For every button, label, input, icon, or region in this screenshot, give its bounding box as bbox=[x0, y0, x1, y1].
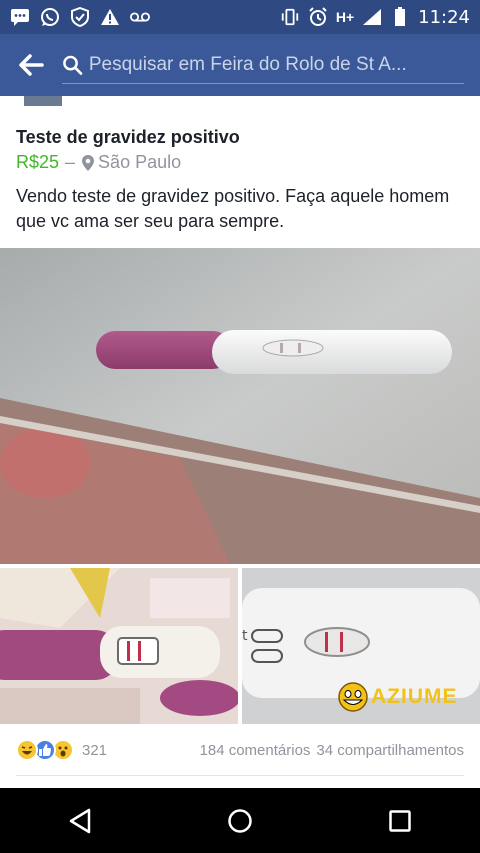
android-nav-bar bbox=[0, 788, 480, 853]
reaction-count: 321 bbox=[82, 741, 108, 759]
meta-separator: – bbox=[65, 152, 76, 172]
search-icon bbox=[63, 55, 83, 75]
signal-icon bbox=[362, 7, 382, 27]
nav-recents-icon bbox=[389, 809, 411, 832]
previous-post-avatar bbox=[24, 96, 64, 108]
svg-text:t: t bbox=[242, 628, 248, 644]
post-price: R$25 bbox=[16, 152, 60, 172]
alarm-icon bbox=[308, 7, 328, 27]
status-bar: H+ 11:24 bbox=[0, 0, 480, 34]
search-header bbox=[0, 34, 480, 96]
watermark-text: AZIUME bbox=[371, 685, 458, 708]
nav-home-button[interactable] bbox=[210, 791, 270, 851]
post-photo-3[interactable]: t AZIUME bbox=[242, 568, 480, 724]
vibrate-icon bbox=[280, 7, 300, 27]
post-description: Vendo teste de gravidez positivo. Faça a… bbox=[16, 186, 450, 231]
battery-icon bbox=[390, 7, 410, 27]
warning-icon bbox=[100, 7, 120, 27]
shield-icon bbox=[70, 7, 90, 27]
comments-count[interactable]: 184 comentários bbox=[200, 742, 311, 759]
haha-icon bbox=[16, 739, 38, 761]
post-photo-2[interactable] bbox=[0, 568, 238, 724]
nav-back-button[interactable] bbox=[50, 791, 110, 851]
reactions-summary[interactable]: 321 bbox=[16, 739, 107, 761]
marketplace-post: Teste de gravidez positivo R$25 – São Pa… bbox=[0, 96, 480, 788]
search-box[interactable] bbox=[62, 46, 464, 84]
whatsapp-icon bbox=[40, 7, 60, 27]
back-arrow-icon bbox=[19, 54, 44, 76]
clock: 11:24 bbox=[418, 6, 470, 28]
search-input[interactable] bbox=[82, 53, 464, 76]
nav-back-icon bbox=[69, 808, 91, 833]
voicemail-icon bbox=[130, 7, 150, 27]
post-photo-main[interactable] bbox=[0, 248, 480, 564]
location-pin-icon bbox=[82, 154, 95, 171]
message-icon bbox=[10, 7, 30, 27]
shares-count[interactable]: 34 compartilhamentos bbox=[316, 742, 464, 759]
post-title[interactable]: Teste de gravidez positivo bbox=[16, 127, 240, 148]
back-button[interactable] bbox=[0, 34, 62, 96]
engagement-counts: 184 comentários 34 compartilhamentos bbox=[200, 742, 464, 759]
post-location: São Paulo bbox=[81, 152, 181, 173]
network-type: H+ bbox=[335, 9, 355, 25]
post-meta: R$25 – São Paulo bbox=[16, 152, 181, 173]
watermark: AZIUME bbox=[338, 682, 458, 712]
nav-recents-button[interactable] bbox=[370, 791, 430, 851]
location-label: São Paulo bbox=[98, 152, 182, 172]
nav-home-icon bbox=[228, 808, 252, 833]
divider bbox=[16, 775, 464, 776]
watermark-face-icon bbox=[338, 682, 368, 712]
